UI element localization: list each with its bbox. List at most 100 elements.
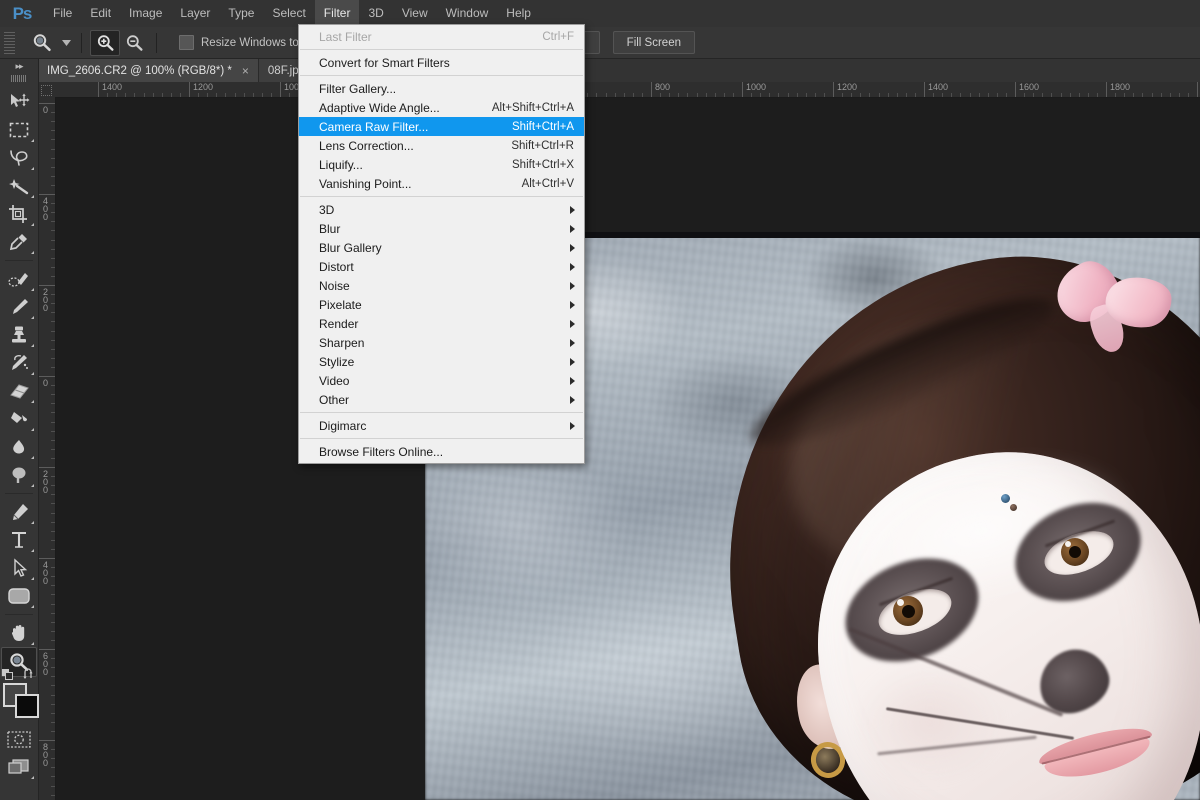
- menu-item-video[interactable]: Video: [299, 371, 584, 390]
- menu-item-3d[interactable]: 3D: [299, 200, 584, 219]
- menu-bar[interactable]: Ps File Edit Image Layer Type Select Fil…: [0, 0, 1200, 27]
- default-colors-icon[interactable]: [2, 669, 13, 680]
- tool-blur[interactable]: [2, 433, 36, 461]
- tool-quick-selection[interactable]: [2, 172, 36, 200]
- filter-dropdown-menu[interactable]: Last Filter Ctrl+F Convert for Smart Filte…: [298, 24, 585, 464]
- menu-item-lens-correction[interactable]: Lens Correction... Shift+Ctrl+R: [299, 136, 584, 155]
- zoom-tool-icon[interactable]: [25, 30, 59, 56]
- tool-brush[interactable]: [2, 293, 36, 321]
- quick-mask-toggle[interactable]: [2, 725, 36, 753]
- menu-item-label: Camera Raw Filter...: [319, 119, 429, 134]
- menu-item-blur-gallery[interactable]: Blur Gallery: [299, 238, 584, 257]
- tool-options-bar[interactable]: Resize Windows to Fit Zo een Fill Screen: [0, 27, 1200, 59]
- menu-item-label: Noise: [319, 278, 350, 293]
- vertical-ruler[interactable]: 0400200020040060080010001200140016001800…: [38, 97, 56, 800]
- ruler-origin-corner[interactable]: [38, 82, 55, 97]
- toolbox-panel[interactable]: ▸▸: [0, 58, 39, 800]
- ruler-tick-label: 400: [42, 196, 48, 222]
- menu-3d[interactable]: 3D: [359, 0, 392, 27]
- ruler-tick-label: 200: [42, 287, 48, 313]
- background-color-swatch[interactable]: [15, 694, 39, 718]
- toolbox-grip[interactable]: [11, 75, 27, 82]
- tool-rectangular-marquee[interactable]: [2, 116, 36, 144]
- left-pupil: [902, 605, 915, 618]
- menu-item-other[interactable]: Other: [299, 390, 584, 409]
- menu-separator: [300, 438, 583, 439]
- menu-item-digimarc[interactable]: Digimarc: [299, 416, 584, 435]
- menu-view[interactable]: View: [393, 0, 437, 27]
- checkbox-box[interactable]: [179, 35, 194, 50]
- menu-item-distort[interactable]: Distort: [299, 257, 584, 276]
- tool-move[interactable]: [2, 88, 36, 116]
- menu-item-label: Vanishing Point...: [319, 176, 412, 191]
- tab-close-icon[interactable]: ×: [242, 64, 249, 78]
- menu-item-shortcut: Ctrl+F: [542, 30, 574, 43]
- menu-item-blur[interactable]: Blur: [299, 219, 584, 238]
- menu-image[interactable]: Image: [120, 0, 171, 27]
- tool-horizontal-type[interactable]: [2, 526, 36, 554]
- screen-mode-button[interactable]: [2, 753, 36, 781]
- tool-hand[interactable]: [2, 619, 36, 647]
- menu-help[interactable]: Help: [497, 0, 540, 27]
- fill-screen-button[interactable]: Fill Screen: [612, 31, 695, 54]
- menu-item-camera-raw-filter[interactable]: Camera Raw Filter... Shift+Ctrl+A: [299, 117, 584, 136]
- menu-item-label: Sharpen: [319, 335, 365, 350]
- menu-item-vanishing-point[interactable]: Vanishing Point... Alt+Ctrl+V: [299, 174, 584, 193]
- tool-spot-healing-brush[interactable]: [2, 265, 36, 293]
- swap-colors-icon[interactable]: [23, 668, 36, 681]
- zoom-in-icon[interactable]: [90, 29, 120, 56]
- menu-window[interactable]: Window: [437, 0, 498, 27]
- tool-clone-stamp[interactable]: [2, 321, 36, 349]
- ruler-tick-label: 600: [42, 651, 48, 677]
- menu-item-pixelate[interactable]: Pixelate: [299, 295, 584, 314]
- tool-rectangle[interactable]: [2, 582, 36, 610]
- tool-history-brush[interactable]: [2, 349, 36, 377]
- menu-item-label: Video: [319, 373, 350, 388]
- menu-item-convert-for-smart-filters[interactable]: Convert for Smart Filters: [299, 53, 584, 72]
- document-tab-bar[interactable]: IMG_2606.CR2 @ 100% (RGB/8*) * × 08F.jpg: [38, 58, 1200, 82]
- tool-eraser[interactable]: [2, 377, 36, 405]
- tool-lasso[interactable]: [2, 144, 36, 172]
- menu-item-label: Browse Filters Online...: [319, 444, 444, 459]
- menu-item-sharpen[interactable]: Sharpen: [299, 333, 584, 352]
- menu-item-label: Stylize: [319, 354, 355, 369]
- tab-img-2606[interactable]: IMG_2606.CR2 @ 100% (RGB/8*) * ×: [38, 59, 259, 82]
- tool-dodge[interactable]: [2, 461, 36, 489]
- toolbox-divider: [5, 260, 33, 261]
- document-canvas[interactable]: [55, 97, 1200, 800]
- submenu-arrow-icon: [570, 357, 575, 366]
- tool-eyedropper[interactable]: [2, 228, 36, 256]
- horizontal-ruler[interactable]: 1400120010008006006008001000120014001600…: [38, 82, 1200, 98]
- right-eye-catchlight: [1065, 541, 1071, 547]
- menu-item-liquify[interactable]: Liquify... Shift+Ctrl+X: [299, 155, 584, 174]
- menu-layer[interactable]: Layer: [171, 0, 219, 27]
- tool-pen[interactable]: [2, 498, 36, 526]
- menu-select[interactable]: Select: [263, 0, 314, 27]
- menu-item-shortcut: Shift+Ctrl+A: [512, 120, 574, 133]
- menu-file[interactable]: File: [44, 0, 81, 27]
- menu-item-filter-gallery[interactable]: Filter Gallery...: [299, 79, 584, 98]
- resize-windows-to-fit-checkbox[interactable]: Resize Windows to Fit: [179, 35, 315, 50]
- color-swatches[interactable]: [2, 668, 39, 718]
- menu-item-adaptive-wide-angle[interactable]: Adaptive Wide Angle... Alt+Shift+Ctrl+A: [299, 98, 584, 117]
- toolbox-collapse-button[interactable]: ▸▸: [0, 58, 38, 74]
- menu-item-shortcut: Shift+Ctrl+X: [512, 158, 574, 171]
- tool-gradient[interactable]: [2, 405, 36, 433]
- menu-type[interactable]: Type: [219, 0, 263, 27]
- menu-edit[interactable]: Edit: [81, 0, 120, 27]
- tool-path-selection[interactable]: [2, 554, 36, 582]
- menu-item-last-filter[interactable]: Last Filter Ctrl+F: [299, 27, 584, 46]
- tool-preset-chevron-down-icon[interactable]: [59, 30, 73, 56]
- right-pupil: [1069, 546, 1081, 558]
- menu-filter[interactable]: Filter: [314, 0, 360, 27]
- zoom-out-icon[interactable]: [120, 31, 148, 55]
- options-bar-grip[interactable]: [4, 31, 15, 54]
- menu-item-noise[interactable]: Noise: [299, 276, 584, 295]
- menu-item-shortcut: Shift+Ctrl+R: [511, 139, 574, 152]
- tool-crop[interactable]: [2, 200, 36, 228]
- menu-item-browse-filters-online[interactable]: Browse Filters Online...: [299, 442, 584, 461]
- menu-item-label: Liquify...: [319, 157, 363, 172]
- submenu-arrow-icon: [570, 281, 575, 290]
- menu-item-render[interactable]: Render: [299, 314, 584, 333]
- menu-item-stylize[interactable]: Stylize: [299, 352, 584, 371]
